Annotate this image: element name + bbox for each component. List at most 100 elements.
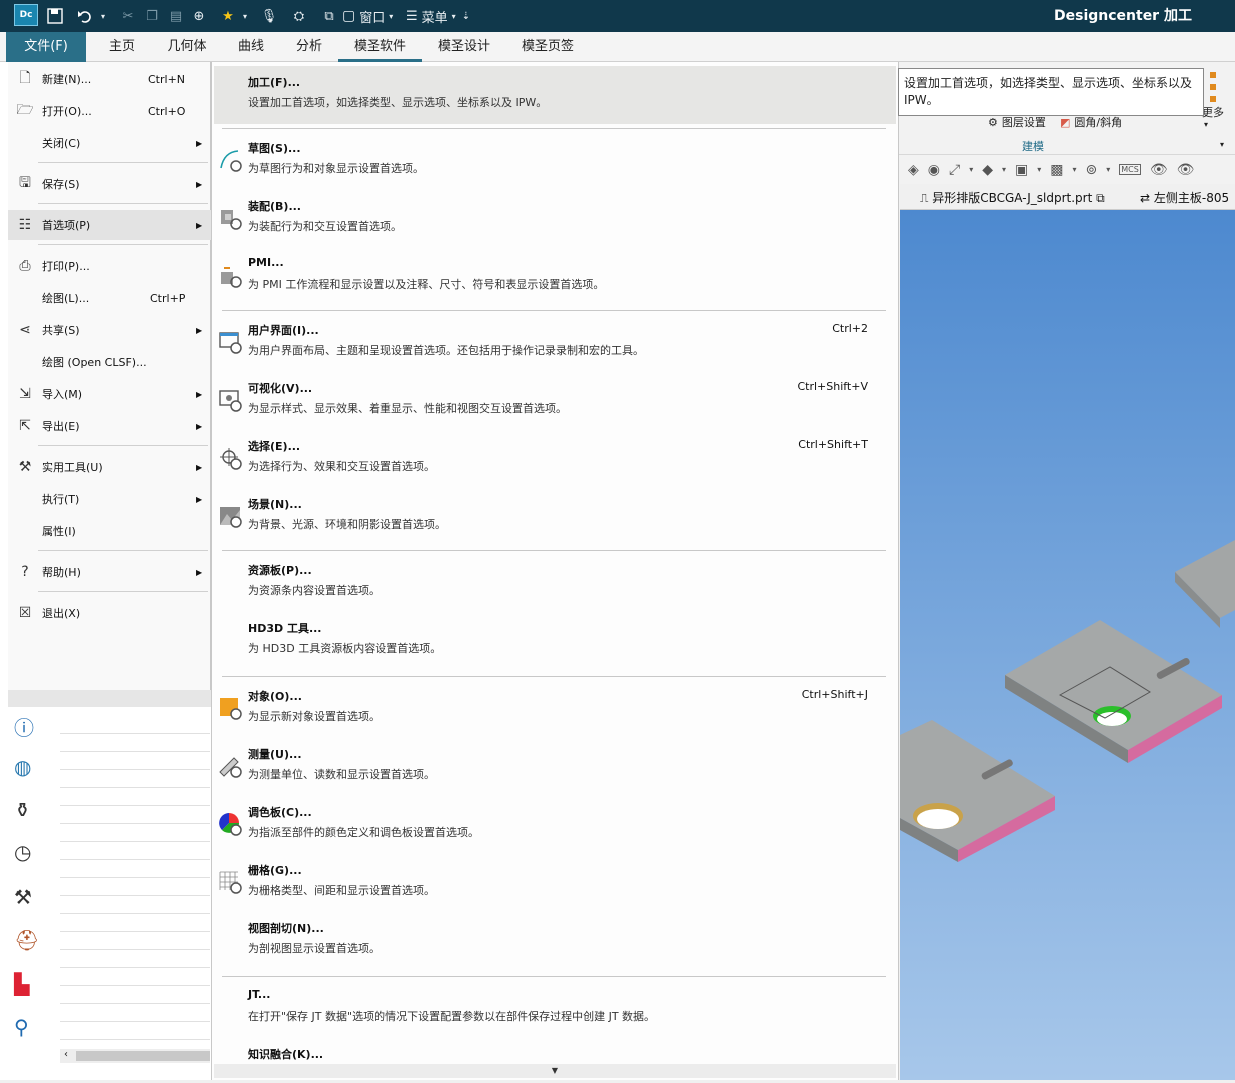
part-file-icon: ⎍ — [920, 191, 933, 205]
info-icon[interactable]: ⓘ — [14, 712, 34, 741]
web-browser-icon[interactable]: ◍ — [14, 755, 31, 779]
ribbon-tab-bar: 文件(F) 主页 几何体 曲线 分析 模圣软件 模圣设计 模圣页签 — [0, 32, 1235, 62]
tab-home[interactable]: 主页 — [98, 32, 146, 62]
submenu-arrow-icon: ▶ — [196, 462, 203, 472]
menu-item-grid[interactable]: 栅格(G)... 为栅格类型、间距和显示设置首选项。 — [214, 854, 896, 912]
menu-item-help[interactable]: ? 帮助(H) ▶ — [8, 558, 211, 586]
menu-item-properties[interactable]: 属性(I) — [8, 517, 211, 545]
background-icon[interactable]: ▣ — [1015, 162, 1028, 178]
tab-file[interactable]: 文件(F) — [6, 32, 86, 62]
menu-item-selection[interactable]: 选择(E)... Ctrl+Shift+T 为选择行为、效果和交互设置首选项。 — [214, 430, 896, 488]
menu-item-jt[interactable]: JT... 在打开"保存 JT 数据"选项的情况下设置配置参数以在部件保存过程中… — [214, 980, 896, 1038]
ribbon-gallery-icon[interactable] — [1208, 68, 1222, 108]
tab-mosheng-pages[interactable]: 模圣页签 — [512, 32, 584, 62]
microphone-icon[interactable]: 🎙 — [260, 6, 278, 26]
menu-item-assembly[interactable]: 装配(B)... 为装配行为和交互设置首选项。 — [214, 190, 896, 248]
menu-item-object[interactable]: 对象(O)... Ctrl+Shift+J 为显示新对象设置首选项。 — [214, 680, 896, 738]
menu-item-view-section[interactable]: 视图剖切(N)... 为剖视图显示设置首选项。 — [214, 912, 896, 970]
menu-item-scene[interactable]: 场景(N)... 为背景、光源、环境和阴影设置首选项。 — [214, 488, 896, 546]
view-cube-icon[interactable]: ◈ — [908, 162, 919, 178]
menu-item-preferences[interactable]: ☷ 首选项(P) ▶ — [8, 210, 211, 240]
cut-icon: ✂ — [122, 8, 134, 24]
tab-curve[interactable]: 曲线 — [228, 32, 274, 62]
layer-settings-button[interactable]: ⚙ 图层设置 — [988, 114, 1046, 130]
shading-dropdown-icon[interactable]: ▾ — [1002, 165, 1006, 174]
tab-mosheng-design[interactable]: 模圣设计 — [428, 32, 500, 62]
switch-window-icon[interactable]: ⧉ — [318, 6, 340, 26]
fit-view-icon[interactable]: ⤢ — [949, 162, 960, 178]
menu-item-palette[interactable]: 调色板(C)... 为指派至部件的颜色定义和调色板设置首选项。 — [214, 796, 896, 854]
quick-access-customize-icon[interactable]: ⇣ — [460, 6, 472, 26]
menu-item-import[interactable]: ⇲ 导入(M) ▶ — [8, 380, 211, 408]
menu-item-utilities[interactable]: ⚒ 实用工具(U) ▶ — [8, 453, 211, 481]
menu-item-measure[interactable]: 测量(U)... 为测量单位、读数和显示设置首选项。 — [214, 738, 896, 796]
render-mode-icon[interactable]: ◉ — [928, 162, 940, 178]
menu-item-plot[interactable]: 绘图(L)... Ctrl+P — [8, 284, 211, 312]
menu-item-hd3d-tools[interactable]: HD3D 工具... 为 HD3D 工具资源板内容设置首选项。 — [214, 612, 896, 670]
eye-icon[interactable]: 👁 — [1177, 162, 1195, 178]
favorite-star-icon[interactable]: ★ — [219, 6, 237, 26]
mcs-icon[interactable]: MCS — [1119, 164, 1141, 175]
history-palette-icon[interactable]: ⚱ — [14, 798, 31, 822]
menu-item-sketch[interactable]: 草图(S)... 为草图行为和对象显示设置首选项。 — [214, 132, 896, 190]
color-palette-icon[interactable]: ▙ — [14, 972, 29, 996]
box-view-icon[interactable]: ▩ — [1050, 162, 1063, 178]
menu-item-export[interactable]: ⇱ 导出(E) ▶ — [8, 412, 211, 440]
menu-item-plot-clsf[interactable]: 绘图 (Open CLSF)... — [8, 348, 211, 376]
document-tab[interactable]: ⇄ 左侧主板-805 — [1140, 189, 1235, 206]
menu-item-print[interactable]: ⎙ 打印(P)... — [8, 252, 211, 280]
layer-dropdown-icon[interactable]: ▾ — [1106, 165, 1110, 174]
layer-view-icon[interactable]: ⊚ — [1086, 162, 1098, 178]
menu-item-resource-bar[interactable]: 资源板(P)... 为资源条内容设置首选项。 — [214, 554, 896, 612]
scrollbar-thumb[interactable] — [76, 1051, 210, 1061]
undo-icon[interactable] — [74, 6, 96, 26]
fit-dropdown-icon[interactable]: ▾ — [969, 165, 973, 174]
menu-button[interactable]: ☰ 菜单 ▾ — [406, 6, 460, 26]
tab-mosheng-software[interactable]: 模圣软件 — [338, 32, 422, 62]
menu-item-save[interactable]: 🖫 保存(S) ▶ — [8, 170, 211, 198]
menu-item-execute[interactable]: 执行(T) ▶ — [8, 485, 211, 513]
menu-item-pmi[interactable]: PMI... 为 PMI 工作流程和显示设置以及注释、尺寸、符号和表显示设置首选… — [214, 248, 896, 306]
role-palette-icon[interactable]: ⛑ — [14, 928, 39, 952]
menu-item-open[interactable]: 🗁 打开(O)... Ctrl+O — [8, 97, 211, 125]
show-hide-icon[interactable]: 👁 — [1150, 162, 1168, 178]
clock-icon[interactable]: ◷ — [14, 840, 31, 864]
tab-geometry[interactable]: 几何体 — [158, 32, 216, 62]
menu-item-user-interface[interactable]: 用户界面(I)... Ctrl+2 为用户界面布局、主题和呈现设置首选项。还包括… — [214, 314, 896, 372]
assembly-settings-icon — [221, 210, 242, 230]
menu-item-visualization[interactable]: 可视化(V)... Ctrl+Shift+V 为显示样式、显示效果、着重显示、性… — [214, 372, 896, 430]
visualization-settings-icon — [219, 390, 242, 412]
menu-item-share[interactable]: ⋖ 共享(S) ▶ — [8, 316, 211, 344]
menu-item-close[interactable]: 关闭(C) ▶ — [8, 129, 211, 157]
help-icon: ? — [21, 564, 29, 580]
app-title: Designcenter 加工 — [1054, 8, 1192, 24]
menu-item-new[interactable]: 🗋 新建(N)... Ctrl+N — [8, 65, 211, 93]
scroll-down-arrow-icon[interactable]: ▼ — [214, 1064, 896, 1078]
shading-icon[interactable]: ◆ — [982, 162, 993, 178]
tab-analysis[interactable]: 分析 — [286, 32, 332, 62]
more-dropdown-icon[interactable]: ▾ — [1204, 120, 1208, 129]
box-dropdown-icon[interactable]: ▾ — [1073, 165, 1077, 174]
window-menu-button[interactable]: ▢ 窗口 ▾ — [342, 6, 402, 26]
menu-item-knowledge-fusion[interactable]: 知识融合(K)... — [214, 1038, 896, 1064]
group-expand-icon[interactable]: ▾ — [1220, 140, 1224, 149]
more-label[interactable]: 更多 — [1202, 104, 1224, 120]
selection-settings-icon — [220, 448, 242, 470]
tools-palette-icon[interactable]: ⚒ — [14, 885, 32, 909]
repeat-command-icon[interactable]: ⊕ — [189, 6, 209, 26]
touch-mode-icon[interactable]: ⛭ — [288, 6, 310, 26]
undo-dropdown-icon[interactable]: ▾ — [98, 6, 108, 26]
graphics-window[interactable] — [900, 210, 1235, 1080]
background-dropdown-icon[interactable]: ▾ — [1037, 165, 1041, 174]
menu-item-machining[interactable]: 加工(F)... 设置加工首选项，如选择类型、显示选项、坐标系以及 IPW。 — [214, 66, 896, 124]
fillet-chamfer-button[interactable]: ◩ 圆角/斜角 — [1060, 114, 1122, 130]
document-tab[interactable]: ⎍ 异形排版CBCGA-J_sldprt.prt ⧉ — [920, 189, 1105, 206]
print-icon: ⎙ — [19, 258, 31, 274]
favorite-dropdown-icon[interactable]: ▾ — [240, 6, 250, 26]
save-icon[interactable] — [44, 6, 66, 26]
system-materials-icon[interactable]: ⚲ — [14, 1015, 29, 1039]
menu-item-exit[interactable]: ☒ 退出(X) — [8, 599, 211, 627]
fillet-icon: ◩ — [1060, 115, 1071, 129]
horizontal-scrollbar[interactable]: ‹ — [60, 1049, 210, 1063]
scroll-left-icon[interactable]: ‹ — [64, 1049, 68, 1060]
